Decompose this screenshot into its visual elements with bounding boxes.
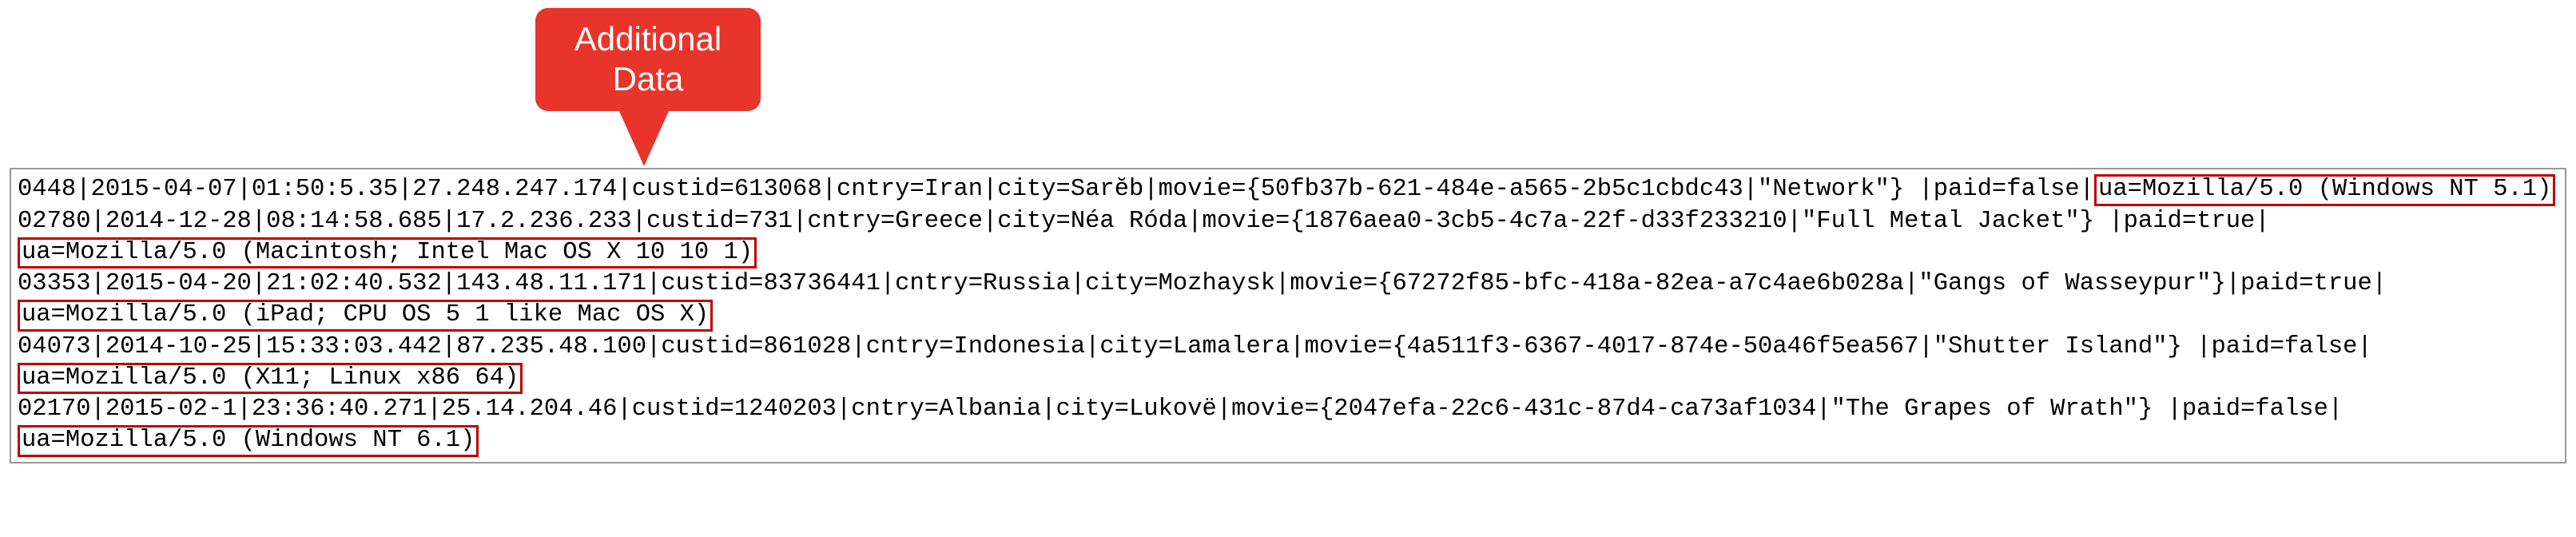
log-prefix-text: 04073|2014-10-25|15:33:03.442|87.235.48.… (18, 333, 2372, 360)
log-output-box: 0448|2015-04-07|01:50:5.35|27.248.247.17… (10, 168, 2566, 463)
log-entry: 02170|2015-02-1|23:36:40.271|25.14.204.4… (18, 394, 2558, 457)
log-entry: 04073|2014-10-25|15:33:03.442|87.235.48.… (18, 332, 2558, 395)
callout-line2: Data (613, 60, 684, 97)
callout-line1: Additional (574, 20, 722, 58)
log-entry: 03353|2015-04-20|21:02:40.532|143.48.11.… (18, 268, 2558, 332)
ua-highlight: ua=Mozilla/5.0 (Macintosh; Intel Mac OS … (18, 237, 757, 269)
log-entry: 0448|2015-04-07|01:50:5.35|27.248.247.17… (18, 174, 2558, 206)
log-prefix-text: 0448|2015-04-07|01:50:5.35|27.248.247.17… (18, 176, 2094, 203)
log-entry: 02780|2014-12-28|08:14:58.685|17.2.236.2… (18, 206, 2558, 269)
ua-highlight: ua=Mozilla/5.0 (X11; Linux x86 64) (18, 363, 523, 395)
callout-container: Additional Data (0, 0, 2576, 168)
callout-badge: Additional Data (535, 8, 761, 111)
log-prefix-text: 02780|2014-12-28|08:14:58.685|17.2.236.2… (18, 208, 2270, 235)
log-prefix-text: 02170|2015-02-1|23:36:40.271|25.14.204.4… (18, 396, 2343, 423)
ua-highlight: ua=Mozilla/5.0 (Windows NT 6.1) (18, 425, 479, 457)
ua-highlight: ua=Mozilla/5.0 (iPad; CPU OS 5 1 like Ma… (18, 300, 713, 332)
log-prefix-text: 03353|2015-04-20|21:02:40.532|143.48.11.… (18, 270, 2387, 297)
ua-highlight: ua=Mozilla/5.0 (Windows NT 5.1) (2094, 174, 2555, 206)
callout-pointer-icon (615, 102, 673, 166)
